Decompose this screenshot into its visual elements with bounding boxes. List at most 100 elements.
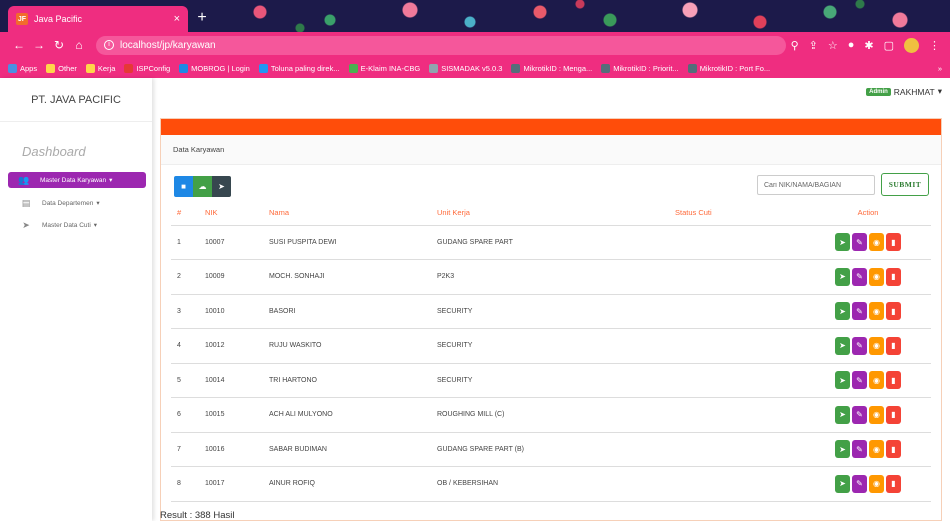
delete-button[interactable]: ▮ xyxy=(886,474,901,493)
edit-button[interactable]: ✎ xyxy=(852,440,867,459)
toolbar: ■ ☁ ➤ xyxy=(174,176,231,197)
delete-button[interactable]: ▮ xyxy=(886,267,901,286)
bookmark-item[interactable]: Other xyxy=(46,63,77,73)
cell-nik: 10014 xyxy=(205,363,269,398)
send-cuti-button[interactable]: ➤ xyxy=(835,336,850,355)
delete-button[interactable]: ▮ xyxy=(886,405,901,424)
menu-kebab-icon[interactable]: ⋮ xyxy=(929,39,940,52)
cell-unit: P2K3 xyxy=(437,259,675,295)
edit-button[interactable]: ✎ xyxy=(852,267,867,286)
bookmark-icon xyxy=(179,63,189,73)
send-cuti-button[interactable]: ➤ xyxy=(835,440,850,459)
view-button[interactable]: ◉ xyxy=(869,336,884,355)
back-icon[interactable]: ← xyxy=(10,38,28,52)
cell-action: ➤ ✎ ◉ ▮ xyxy=(805,225,931,260)
delete-button[interactable]: ▮ xyxy=(886,233,901,252)
bookmark-label: E-Klaim INA-CBG xyxy=(360,63,421,73)
edit-button[interactable]: ✎ xyxy=(852,302,867,321)
bookmark-item[interactable]: ISPConfig xyxy=(124,63,170,73)
extensions-puzzle-icon[interactable]: ✱ xyxy=(864,39,873,52)
table-row: 6 10015 ACH ALI MULYONO ROUGHING MILL (C) ➤ ✎… xyxy=(171,397,931,433)
cell-status xyxy=(675,225,805,260)
cell-action: ➤ ✎ ◉ ▮ xyxy=(805,294,931,329)
trash-icon: ▮ xyxy=(891,306,896,316)
bookmark-item[interactable]: MikrotikID : Port Fo... xyxy=(687,63,770,73)
extension-icon[interactable]: ● xyxy=(848,39,855,51)
building-icon: ▤ xyxy=(21,197,31,208)
cell-nik: 10009 xyxy=(205,259,269,295)
send-cuti-button[interactable]: ➤ xyxy=(835,267,850,286)
cell-no: 1 xyxy=(171,225,205,260)
view-button[interactable]: ◉ xyxy=(869,474,884,493)
reload-icon[interactable]: ↻ xyxy=(50,38,68,52)
favicon-icon: JF xyxy=(16,13,28,25)
edit-button[interactable]: ✎ xyxy=(852,474,867,493)
send-cuti-button[interactable]: ➤ xyxy=(835,302,850,321)
url-input[interactable]: i localhost/jp/karyawan xyxy=(96,35,786,55)
bookmark-item[interactable]: Kerja xyxy=(85,63,115,73)
send-cuti-button[interactable]: ➤ xyxy=(835,233,850,252)
sidebar-item-data-departemen[interactable]: ▤ Data Departemen ▾ xyxy=(0,192,152,214)
submit-button[interactable]: SUBMIT xyxy=(881,173,929,196)
view-button[interactable]: ◉ xyxy=(869,371,884,390)
sidebar-item-label: Master Data Cuti xyxy=(42,221,91,229)
bookmark-item[interactable]: Toluna paling direk... xyxy=(258,63,340,73)
bookmark-item[interactable]: MOBROG | Login xyxy=(179,63,250,73)
edit-button[interactable]: ✎ xyxy=(852,233,867,252)
add-button[interactable]: ■ xyxy=(174,176,193,197)
send-cuti-button[interactable]: ➤ xyxy=(835,371,850,390)
bookmark-label: MOBROG | Login xyxy=(191,63,250,73)
bookmark-item[interactable]: E-Klaim INA-CBG xyxy=(348,63,421,73)
user-menu[interactable]: Admin RAKHMAT ▾ xyxy=(866,86,942,97)
bookmark-icon xyxy=(511,63,521,73)
send-button[interactable]: ➤ xyxy=(212,176,231,197)
bookmark-item[interactable]: SISMADAK v5.0.3 xyxy=(429,63,502,73)
zoom-icon[interactable]: ⚲ xyxy=(791,39,799,52)
new-tab-icon[interactable]: + xyxy=(192,8,212,28)
col-header-nik: NIK xyxy=(205,201,269,226)
table-row: 5 10014 TRI HARTONO SECURITY ➤ ✎ ◉ ▮ xyxy=(171,363,931,398)
send-cuti-button[interactable]: ➤ xyxy=(835,474,850,493)
sidebar-title: Dashboard xyxy=(22,144,86,159)
eye-icon: ◉ xyxy=(873,444,880,454)
bookmark-item[interactable]: MikrotikID : Menga... xyxy=(511,63,592,73)
caret-down-icon: ▾ xyxy=(937,86,942,96)
profile-avatar[interactable] xyxy=(904,37,919,53)
edit-button[interactable]: ✎ xyxy=(852,336,867,355)
edit-button[interactable]: ✎ xyxy=(852,405,867,424)
view-button[interactable]: ◉ xyxy=(869,405,884,424)
sidepanel-icon[interactable]: ▢ xyxy=(884,39,894,52)
delete-button[interactable]: ▮ xyxy=(886,302,901,321)
sidebar-item-master-data-cuti[interactable]: ➤ Master Data Cuti ▾ xyxy=(0,214,152,236)
close-tab-icon[interactable]: × xyxy=(174,13,180,25)
edit-button[interactable]: ✎ xyxy=(852,371,867,390)
pencil-icon: ✎ xyxy=(856,479,863,489)
delete-button[interactable]: ▮ xyxy=(886,336,901,355)
bookmarks-overflow-icon[interactable]: » xyxy=(938,64,942,73)
send-cuti-button[interactable]: ➤ xyxy=(835,405,850,424)
address-bar: ← → ↻ ⌂ i localhost/jp/karyawan ⚲ ⇪ ☆ ● … xyxy=(0,32,950,58)
search-input[interactable] xyxy=(757,175,875,195)
import-button[interactable]: ☁ xyxy=(193,176,212,197)
table-header-row: # NIK Nama Unit Kerja Status Cuti Action xyxy=(171,201,931,226)
view-button[interactable]: ◉ xyxy=(869,233,884,252)
view-button[interactable]: ◉ xyxy=(869,302,884,321)
delete-button[interactable]: ▮ xyxy=(886,440,901,459)
home-icon[interactable]: ⌂ xyxy=(70,38,88,52)
delete-button[interactable]: ▮ xyxy=(886,371,901,390)
cell-unit: OB / KEBERSIHAN xyxy=(437,466,675,502)
sidebar-item-master-data-karyawan[interactable]: 👥 Master Data Karyawan ▾ xyxy=(8,172,146,188)
share-icon[interactable]: ⇪ xyxy=(809,39,818,52)
view-button[interactable]: ◉ xyxy=(869,267,884,286)
view-button[interactable]: ◉ xyxy=(869,440,884,459)
paper-plane-icon: ➤ xyxy=(22,219,30,230)
bookmark-star-icon[interactable]: ☆ xyxy=(828,39,838,52)
browser-tab[interactable]: JF Java Pacific × xyxy=(8,6,188,32)
table-row: 1 10007 SUSI PUSPITA DEWI GUDANG SPARE PART… xyxy=(171,225,931,260)
forward-icon[interactable]: → xyxy=(30,38,48,52)
bookmark-item[interactable]: MikrotikID : Priorit... xyxy=(601,63,679,73)
table-row: 2 10009 MOCH. SONHAJI P2K3 ➤ ✎ ◉ ▮ xyxy=(171,259,931,295)
site-info-icon[interactable]: i xyxy=(104,40,114,50)
bookmark-item[interactable]: Apps xyxy=(8,63,37,73)
cell-no: 2 xyxy=(171,259,205,295)
